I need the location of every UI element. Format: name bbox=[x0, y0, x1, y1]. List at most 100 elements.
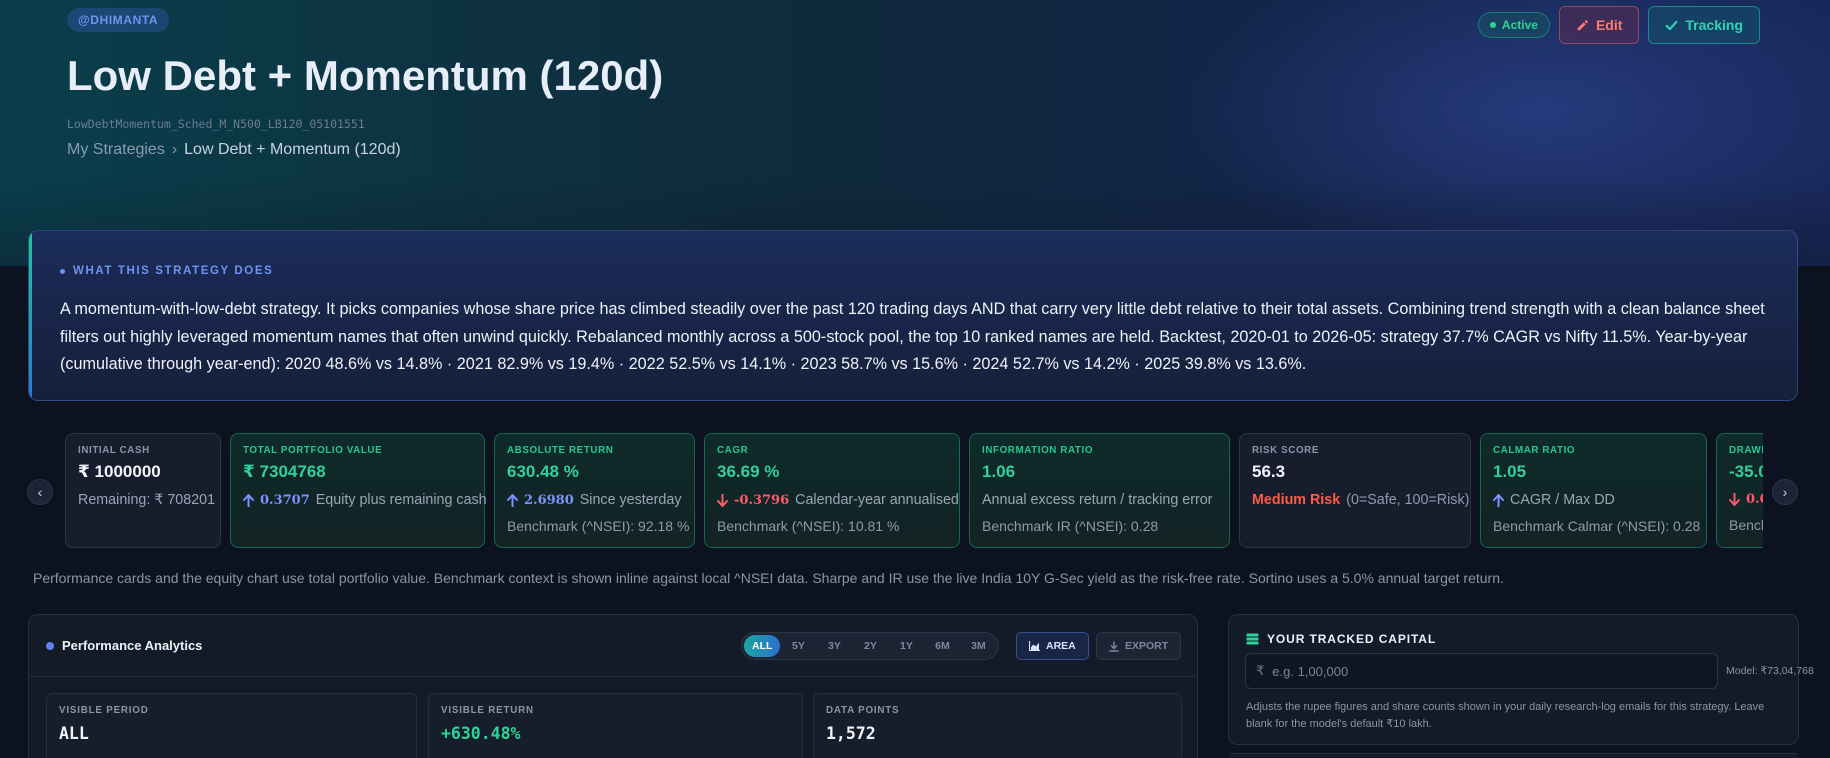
range-button-2y[interactable]: 2Y bbox=[852, 635, 888, 657]
next-panel-edge bbox=[1228, 753, 1799, 758]
range-button-6m[interactable]: 6M bbox=[924, 635, 960, 657]
arrow-down-icon bbox=[717, 493, 728, 507]
range-button-3y[interactable]: 3Y bbox=[816, 635, 852, 657]
pencil-icon bbox=[1576, 19, 1589, 32]
stat-label: VISIBLE PERIOD bbox=[59, 705, 149, 716]
card-value: -35.00 bbox=[1729, 462, 1763, 481]
metric-card-initial-cash: INITIAL CASH ₹ 1000000 Remaining: ₹ 7082… bbox=[65, 433, 221, 548]
user-handle-tag[interactable]: @DHIMANTA bbox=[67, 8, 170, 32]
stat-visible-return: VISIBLE RETURN +630.48% bbox=[428, 693, 803, 758]
breadcrumb-separator: › bbox=[171, 141, 178, 158]
card-subtext: 2.6980 Since yesterday bbox=[507, 492, 682, 508]
card-value: 56.3 bbox=[1252, 462, 1286, 481]
card-delta: 0.3707 bbox=[260, 492, 310, 508]
tracking-button[interactable]: Tracking bbox=[1648, 6, 1760, 44]
chevron-left-icon: ‹ bbox=[37, 484, 43, 500]
stat-visible-period: VISIBLE PERIOD ALL bbox=[46, 693, 417, 758]
card-subtext: 0.000 bbox=[1729, 492, 1763, 507]
strategy-header: @DHIMANTA Low Debt + Momentum (120d) Low… bbox=[0, 0, 1830, 266]
card-value: 1.05 bbox=[1493, 462, 1527, 481]
card-value: 36.69 % bbox=[717, 462, 780, 481]
arrow-up-icon bbox=[507, 493, 518, 507]
stat-label: DATA POINTS bbox=[826, 705, 900, 716]
status-label: Active bbox=[1501, 18, 1538, 32]
metric-card-drawdown: DRAWDOWN -35.00 0.000 Benchmark bbox=[1716, 433, 1763, 548]
description-heading-label: WHAT THIS STRATEGY DOES bbox=[73, 265, 274, 277]
strategy-description-panel: WHAT THIS STRATEGY DOES A momentum-with-… bbox=[28, 230, 1798, 401]
card-value: ₹ 1000000 bbox=[78, 462, 161, 481]
range-button-3m[interactable]: 3M bbox=[960, 635, 996, 657]
range-button-all[interactable]: ALL bbox=[744, 635, 781, 657]
metric-card-calmar-ratio: CALMAR RATIO 1.05 CAGR / Max DD Benchmar… bbox=[1480, 433, 1707, 548]
range-button-5y[interactable]: 5Y bbox=[780, 635, 816, 657]
card-sub-label: Annual excess return / tracking error bbox=[982, 492, 1213, 508]
arrow-down-icon bbox=[1729, 493, 1740, 506]
performance-title-label: Performance Analytics bbox=[62, 638, 203, 653]
check-icon bbox=[1665, 19, 1678, 32]
model-capital-note: Model: ₹73,04,768 bbox=[1726, 665, 1814, 677]
cards-next-button[interactable]: › bbox=[1772, 479, 1798, 505]
card-subtext: 0.3707 Equity plus remaining cash bbox=[243, 492, 487, 508]
card-value: 630.48 % bbox=[507, 462, 579, 481]
card-subtext: CAGR / Max DD bbox=[1493, 492, 1694, 508]
tracked-capital-heading-label: YOUR TRACKED CAPITAL bbox=[1267, 632, 1437, 646]
status-badge: Active bbox=[1477, 12, 1550, 38]
title-dot-icon bbox=[46, 641, 54, 650]
card-sub-label: CAGR / Max DD bbox=[1510, 492, 1615, 508]
metric-card-absolute-return: ABSOLUTE RETURN 630.48 % 2.6980 Since ye… bbox=[494, 433, 695, 548]
card-sub-label: Calendar-year annualised bbox=[795, 492, 959, 508]
metrics-footnote: Performance cards and the equity chart u… bbox=[33, 570, 1504, 586]
stat-value: +630.48% bbox=[441, 724, 521, 743]
performance-title: Performance Analytics bbox=[46, 638, 202, 653]
tracked-capital-heading: YOUR TRACKED CAPITAL bbox=[1246, 632, 1436, 646]
card-benchmark: Benchmark (^NSEI): 10.81 % bbox=[717, 518, 900, 534]
performance-header: Performance Analytics ALL 5Y 3Y 2Y 1Y 6M… bbox=[29, 615, 1197, 677]
breadcrumb: My Strategies › Low Debt + Momentum (120… bbox=[67, 141, 401, 159]
tracked-capital-panel: YOUR TRACKED CAPITAL ₹ Model: ₹73,04,768… bbox=[1228, 614, 1814, 745]
card-delta: 2.6980 bbox=[524, 492, 574, 508]
stat-value: ALL bbox=[59, 724, 89, 743]
header-actions: Active Edit Tracking bbox=[1477, 6, 1760, 44]
card-subtext: -0.3796 Calendar-year annualised bbox=[717, 492, 959, 508]
time-range-selector: ALL 5Y 3Y 2Y 1Y 6M 3M bbox=[741, 632, 1000, 660]
tracked-capital-input[interactable] bbox=[1272, 656, 1717, 686]
metric-card-cagr: CAGR 36.69 % -0.3796 Calendar-year annua… bbox=[704, 433, 960, 548]
card-benchmark: Benchmark (^NSEI): 92.18 % bbox=[507, 518, 690, 534]
strategy-id: LowDebtMomentum_Sched_M_N500_LB120_05101… bbox=[67, 117, 365, 131]
breadcrumb-current: Low Debt + Momentum (120d) bbox=[184, 141, 401, 158]
heading-dot-icon bbox=[60, 268, 65, 274]
chevron-right-icon: › bbox=[1782, 484, 1788, 500]
card-benchmark: Benchmark IR (^NSEI): 0.28 bbox=[982, 518, 1159, 534]
range-button-1y[interactable]: 1Y bbox=[888, 635, 924, 657]
export-button[interactable]: EXPORT bbox=[1096, 632, 1182, 660]
export-button-label: EXPORT bbox=[1125, 640, 1169, 652]
tracked-capital-help-text: Adjusts the rupee figures and share coun… bbox=[1246, 701, 1765, 730]
status-dot-icon bbox=[1489, 22, 1496, 28]
card-label: ABSOLUTE RETURN bbox=[507, 445, 614, 456]
breadcrumb-parent-link[interactable]: My Strategies bbox=[67, 141, 165, 159]
area-chart-toggle-button[interactable]: AREA bbox=[1016, 632, 1089, 660]
page-title: Low Debt + Momentum (120d) bbox=[67, 52, 664, 99]
stat-data-points: DATA POINTS 1,572 bbox=[813, 693, 1182, 758]
arrow-up-icon bbox=[1493, 493, 1504, 507]
risk-level: Medium Risk bbox=[1252, 492, 1341, 508]
card-sub-label: Equity plus remaining cash bbox=[315, 492, 487, 508]
area-chart-icon bbox=[1029, 641, 1040, 651]
remaining-cash: Remaining: ₹ 708201 bbox=[78, 492, 216, 508]
card-subtext: Medium Risk (0=Safe, 100=Risk) bbox=[1252, 492, 1469, 508]
description-heading: WHAT THIS STRATEGY DOES bbox=[60, 265, 273, 277]
risk-scale-note: (0=Safe, 100=Risk) bbox=[1346, 492, 1470, 508]
tracking-button-label: Tracking bbox=[1685, 17, 1743, 33]
arrow-up-icon bbox=[243, 493, 254, 507]
rupee-prefix: ₹ bbox=[1256, 663, 1265, 678]
card-subtext: Remaining: ₹ 708201 bbox=[78, 492, 215, 508]
area-button-label: AREA bbox=[1046, 640, 1076, 652]
edit-button[interactable]: Edit bbox=[1558, 6, 1640, 44]
download-icon bbox=[1109, 641, 1119, 652]
card-label: CALMAR RATIO bbox=[1493, 445, 1576, 456]
card-label: INITIAL CASH bbox=[78, 445, 150, 456]
cards-prev-button[interactable]: ‹ bbox=[27, 479, 53, 505]
description-text: A momentum-with-low-debt strategy. It pi… bbox=[60, 300, 1765, 373]
card-delta: -0.3796 bbox=[734, 492, 790, 508]
performance-analytics-panel: Performance Analytics ALL 5Y 3Y 2Y 1Y 6M… bbox=[28, 614, 1198, 758]
